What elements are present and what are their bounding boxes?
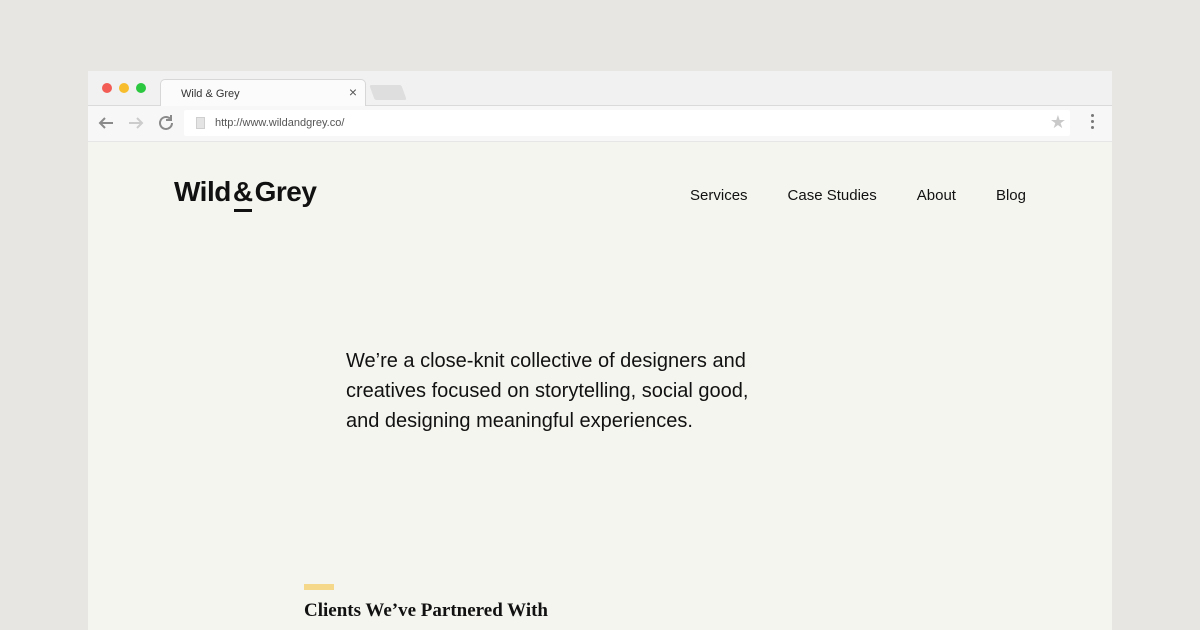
logo-ampersand: & [232,176,253,212]
tab-close-icon[interactable]: × [349,84,357,100]
logo-word-wild: Wild [174,176,231,207]
page-icon [196,117,205,129]
tab-strip: Wild & Grey × [88,71,1112,107]
address-bar[interactable]: http://www.wildandgrey.co/ ★ [184,110,1070,136]
browser-toolbar: http://www.wildandgrey.co/ ★ [88,106,1112,142]
maximize-window-button[interactable] [136,83,146,93]
nav-services[interactable]: Services [690,187,748,204]
close-window-button[interactable] [102,83,112,93]
new-tab-button[interactable] [369,85,407,100]
accent-bar [304,584,334,590]
nav-blog[interactable]: Blog [996,187,1026,204]
kebab-menu-icon[interactable] [1086,114,1098,134]
webpage: Wild&Grey Services Case Studies About Bl… [88,142,1112,630]
browser-window: Wild & Grey × http://www.wildandgrey.co/… [88,71,1112,630]
forward-button[interactable] [124,111,148,135]
browser-tab[interactable]: Wild & Grey × [160,79,366,107]
minimize-window-button[interactable] [119,83,129,93]
clients-heading: Clients We’ve Partnered With [304,600,548,621]
back-button[interactable] [94,111,118,135]
site-logo[interactable]: Wild&Grey [174,176,317,212]
logo-word-grey: Grey [254,176,317,207]
reload-button[interactable] [154,111,178,135]
arrow-right-icon [129,117,144,129]
main-nav: Services Case Studies About Blog [690,187,1026,204]
reload-icon [159,115,173,130]
arrow-left-icon [98,117,113,129]
intro-text: We’re a close-knit collective of designe… [346,350,749,432]
nav-case-studies[interactable]: Case Studies [788,187,877,204]
tab-title: Wild & Grey [181,88,240,100]
nav-about[interactable]: About [917,187,956,204]
star-icon[interactable]: ★ [1050,112,1066,133]
url-text[interactable]: http://www.wildandgrey.co/ [215,117,344,129]
